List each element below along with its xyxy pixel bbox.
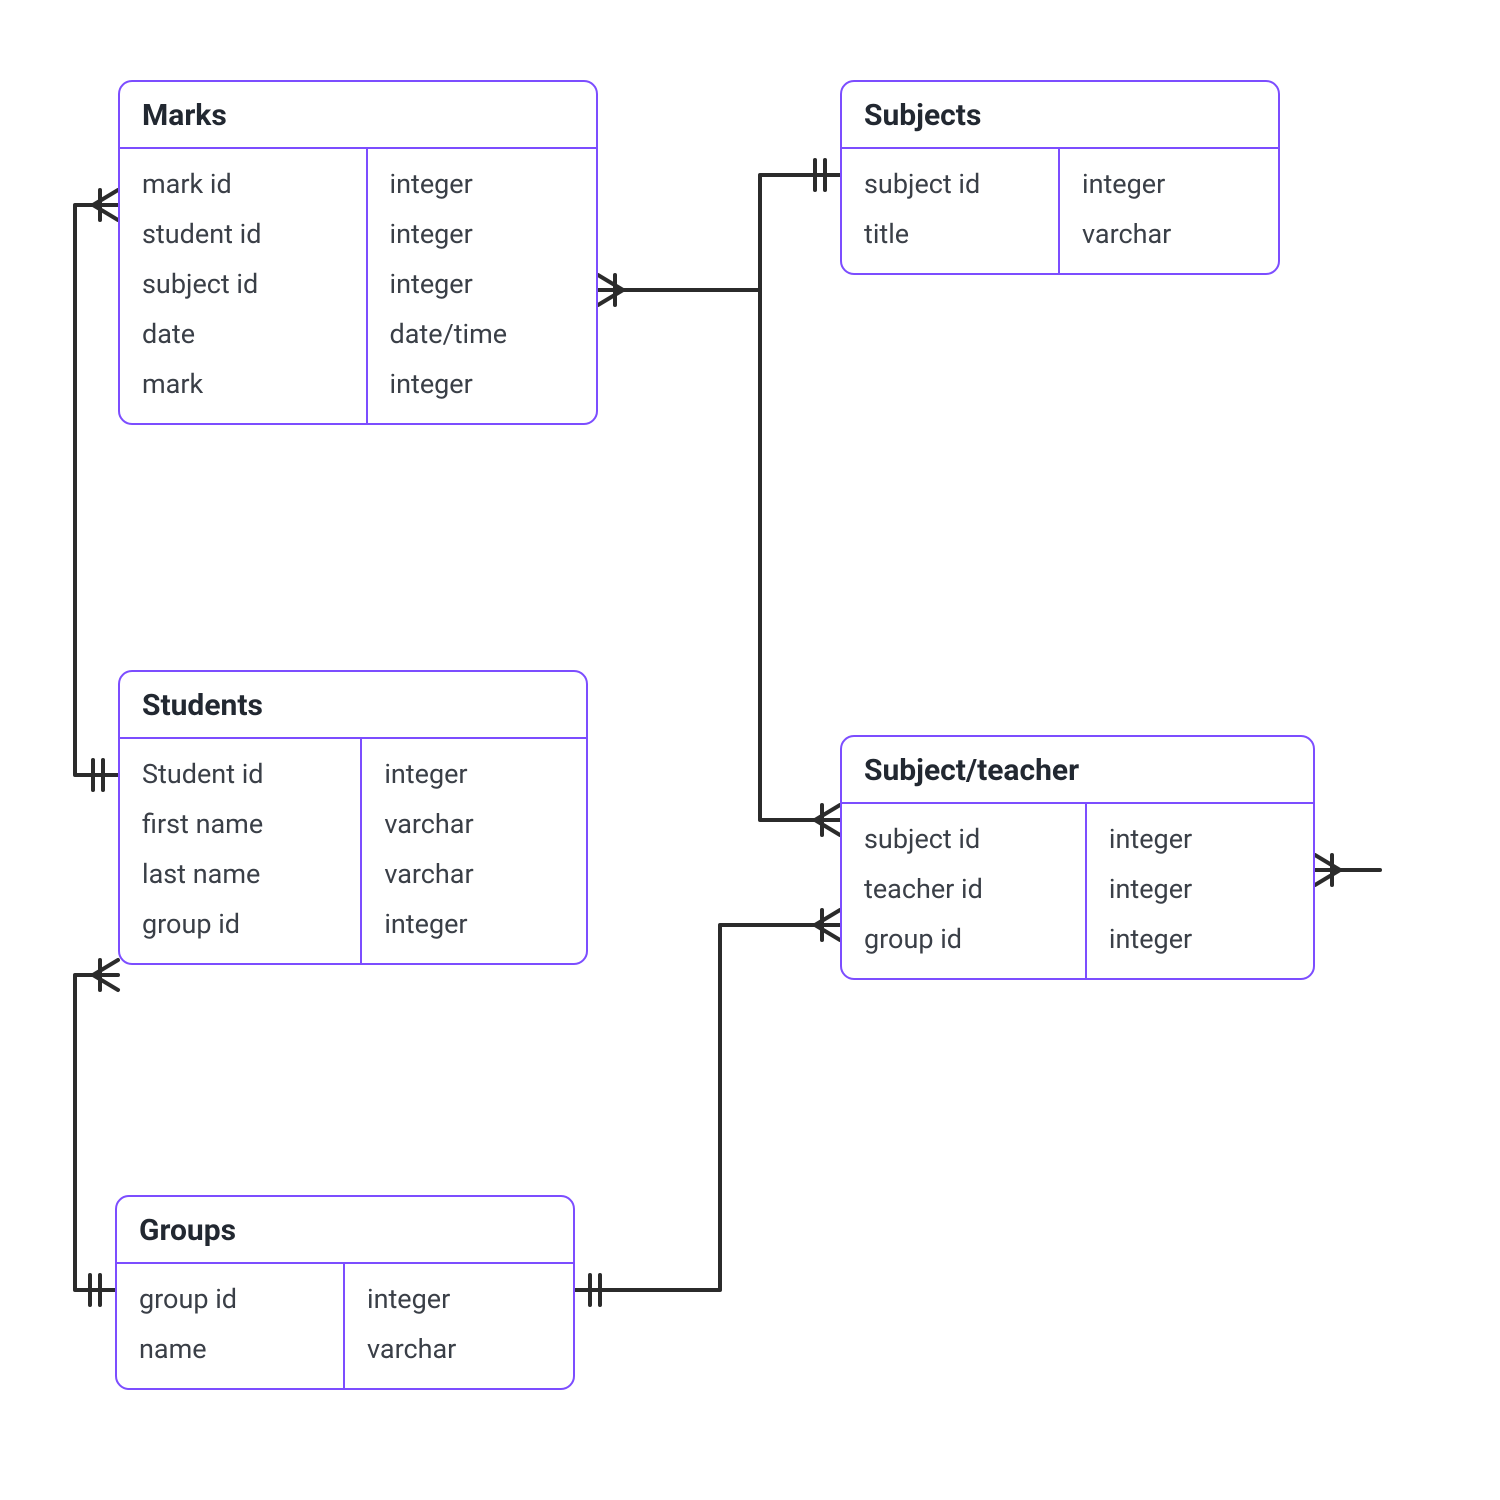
- field-name: mark id: [120, 159, 366, 209]
- field-type: integer: [368, 159, 596, 209]
- field-name: teacher id: [842, 864, 1085, 914]
- field-type: integer: [1087, 864, 1313, 914]
- entity-groups: Groups group id name integer varchar: [115, 1195, 575, 1390]
- field-name: mark: [120, 359, 366, 409]
- field-type: integer: [368, 259, 596, 309]
- field-name: student id: [120, 209, 366, 259]
- field-type: varchar: [345, 1324, 573, 1374]
- field-type: integer: [1087, 914, 1313, 964]
- entity-title: Subject/teacher: [842, 737, 1313, 804]
- entity-marks: Marks mark id student id subject id date…: [118, 80, 598, 425]
- entity-title: Marks: [120, 82, 596, 149]
- field-name: subject id: [120, 259, 366, 309]
- field-type: varchar: [362, 799, 586, 849]
- field-name: first name: [120, 799, 360, 849]
- field-type: integer: [368, 359, 596, 409]
- entity-students: Students Student id first name last name…: [118, 670, 588, 965]
- field-type: integer: [345, 1274, 573, 1324]
- field-type: integer: [1087, 814, 1313, 864]
- field-type: integer: [368, 209, 596, 259]
- field-type: varchar: [362, 849, 586, 899]
- entity-title: Students: [120, 672, 586, 739]
- field-type: integer: [362, 749, 586, 799]
- field-name: subject id: [842, 159, 1058, 209]
- field-name: last name: [120, 849, 360, 899]
- field-name: group id: [842, 914, 1085, 964]
- field-name: subject id: [842, 814, 1085, 864]
- field-name: name: [117, 1324, 343, 1374]
- field-name: title: [842, 209, 1058, 259]
- entity-subject-teacher: Subject/teacher subject id teacher id gr…: [840, 735, 1315, 980]
- field-name: Student id: [120, 749, 360, 799]
- field-name: date: [120, 309, 366, 359]
- field-type: integer: [1060, 159, 1278, 209]
- field-type: integer: [362, 899, 586, 949]
- entity-subjects: Subjects subject id title integer varcha…: [840, 80, 1280, 275]
- field-type: date/time: [368, 309, 596, 359]
- entity-title: Groups: [117, 1197, 573, 1264]
- field-type: varchar: [1060, 209, 1278, 259]
- field-name: group id: [117, 1274, 343, 1324]
- entity-title: Subjects: [842, 82, 1278, 149]
- field-name: group id: [120, 899, 360, 949]
